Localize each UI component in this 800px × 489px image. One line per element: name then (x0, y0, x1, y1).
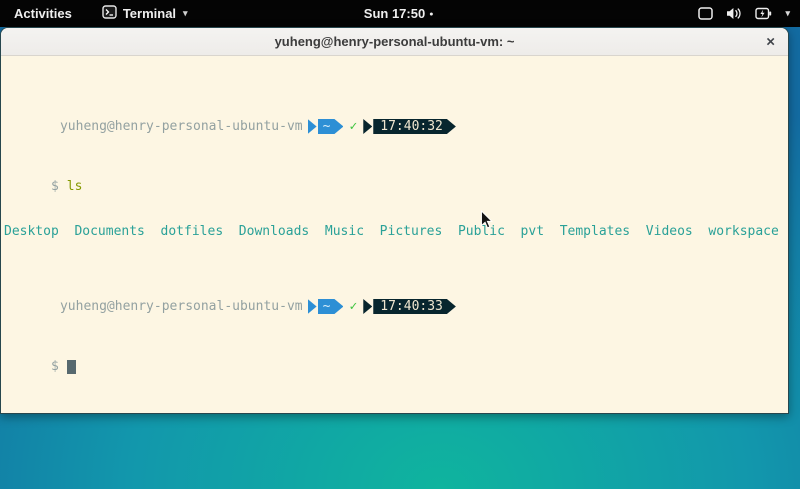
prompt-time-segment: 17:40:33 (373, 299, 456, 314)
command-line: $ls (4, 164, 788, 179)
powerline-arrow-icon (363, 299, 372, 314)
close-icon[interactable]: × (766, 34, 775, 49)
powerline-arrow-icon (363, 119, 372, 134)
prompt-line-2: yuheng@henry-personal-ubuntu-vm~✓17:40:3… (4, 284, 788, 299)
activities-button[interactable]: Activities (10, 6, 76, 21)
prompt-user-host: yuheng@henry-personal-ubuntu-vm (60, 299, 303, 314)
command-text: ls (67, 179, 83, 194)
display-icon (698, 7, 713, 20)
system-status-area[interactable]: ▾ (698, 7, 790, 20)
prompt-cwd-segment: ~ (318, 119, 344, 134)
window-title: yuheng@henry-personal-ubuntu-vm: ~ (275, 34, 515, 49)
status-check-icon: ✓ (349, 119, 357, 134)
battery-icon (755, 7, 772, 20)
prompt-cwd-segment: ~ (318, 299, 344, 314)
terminal-cursor (67, 360, 76, 374)
ls-output: Desktop Documents dotfiles Downloads Mus… (4, 224, 788, 239)
terminal-window: yuheng@henry-personal-ubuntu-vm: ~ × yuh… (0, 27, 789, 414)
app-menu-terminal[interactable]: Terminal ▾ (102, 5, 188, 22)
powerline-arrow-icon (308, 299, 317, 314)
status-check-icon: ✓ (349, 299, 357, 314)
volume-icon (726, 7, 742, 20)
prompt-line-1: yuheng@henry-personal-ubuntu-vm~✓17:40:3… (4, 104, 788, 119)
input-line[interactable]: $ (4, 344, 788, 359)
chevron-down-icon: ▾ (183, 8, 188, 19)
chevron-down-icon: ▾ (785, 8, 790, 19)
powerline-arrow-icon (308, 119, 317, 134)
prompt-char: $ (51, 359, 59, 374)
clock-label: Sun 17:50 (364, 6, 425, 21)
window-titlebar[interactable]: yuheng@henry-personal-ubuntu-vm: ~ × (1, 28, 788, 56)
prompt-char: $ (51, 179, 59, 194)
top-bar: Activities Terminal ▾ Sun 17:50 ● (0, 0, 800, 27)
terminal-app-icon (102, 5, 117, 22)
clock[interactable]: Sun 17:50 ● (364, 0, 434, 27)
prompt-user-host: yuheng@henry-personal-ubuntu-vm (60, 119, 303, 134)
app-menu-label: Terminal (123, 6, 176, 21)
prompt-time-segment: 17:40:32 (373, 119, 456, 134)
notification-dot-icon: ● (429, 11, 433, 18)
terminal-content[interactable]: yuheng@henry-personal-ubuntu-vm ~ ✓ 17:40:3… (1, 56, 788, 404)
